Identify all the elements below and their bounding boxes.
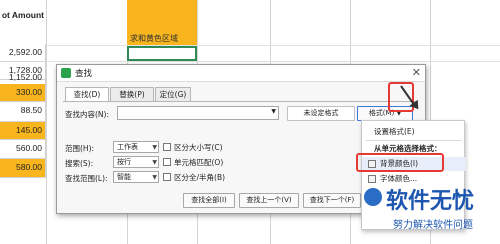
scope-select[interactable]: 工作表 ▼ — [113, 141, 159, 153]
dialog-titlebar: 查找 ✕ — [57, 65, 425, 82]
checkbox-match-width[interactable]: 区分全/半角(B) — [163, 172, 225, 183]
watermark-subtitle: 努力解决软件问题 — [393, 220, 473, 231]
selected-cell[interactable] — [127, 46, 197, 61]
chevron-down-icon: ▼ — [152, 144, 157, 151]
amount-cell-highlighted[interactable]: 145.00 — [0, 122, 46, 140]
region-label[interactable]: 求和黄色区域 — [127, 32, 197, 46]
watermark-logo-icon — [364, 188, 382, 206]
menu-separator — [366, 140, 462, 141]
search-value: 按行 — [117, 158, 131, 166]
search-select[interactable]: 按行 ▼ — [113, 156, 159, 168]
grid-line — [46, 0, 47, 244]
lookin-label: 查找范围(L): — [65, 174, 108, 183]
checkbox-icon[interactable] — [163, 143, 171, 151]
checkbox-match-case[interactable]: 区分大小写(C) — [163, 142, 223, 153]
chevron-down-icon[interactable]: ▼ — [271, 108, 276, 115]
find-input[interactable]: ▼ — [117, 106, 279, 120]
amount-column: ot Amount 2,592.00 1,728.00 1,152.00 330… — [0, 0, 46, 244]
amount-cell[interactable]: 560.00 — [0, 140, 46, 159]
dialog-title: 查找 — [75, 69, 93, 79]
grid-line — [46, 61, 500, 62]
checkbox-label: 单元格匹配(O) — [174, 158, 224, 167]
chevron-down-icon: ▼ — [152, 159, 157, 166]
app-icon — [61, 68, 71, 78]
checkbox-label: 区分大小写(C) — [174, 143, 223, 152]
column-header[interactable]: ot Amount — [0, 0, 46, 30]
checkbox-icon[interactable] — [163, 173, 171, 181]
find-next-button[interactable]: 查找下一个(F) — [303, 193, 361, 208]
tab-find[interactable]: 查找(D) — [65, 87, 109, 102]
scope-value: 工作表 — [117, 143, 138, 151]
find-previous-button[interactable]: 查找上一个(V) — [239, 193, 299, 208]
menu-item-label: 字体颜色... — [380, 174, 418, 183]
amount-cell[interactable]: 88.50 — [0, 102, 46, 122]
format-status: 未设定格式 — [287, 106, 355, 121]
checkbox-icon[interactable] — [163, 158, 171, 166]
find-label: 查找内容(N): — [65, 110, 109, 119]
grid-line — [46, 45, 500, 46]
scope-label: 范围(H): — [65, 144, 95, 153]
amount-cell-highlighted[interactable]: 330.00 — [0, 84, 46, 102]
highlight-frame — [356, 153, 444, 172]
amount-cell[interactable]: 2,592.00 — [0, 44, 46, 62]
tab-goto[interactable]: 定位(G) — [155, 87, 191, 101]
checkbox-match-cell[interactable]: 单元格匹配(O) — [163, 157, 223, 168]
chevron-down-icon: ▼ — [152, 174, 157, 181]
search-label: 搜索(S): — [65, 159, 94, 168]
find-all-button[interactable]: 查找全部(I) — [183, 193, 235, 208]
font-color-icon — [368, 175, 376, 183]
watermark-title: 软件无忧 — [386, 189, 475, 214]
close-icon[interactable]: ✕ — [412, 66, 421, 79]
amount-cell[interactable]: 1,152.00 — [0, 71, 46, 84]
amount-cell-highlighted[interactable]: 580.00 — [0, 159, 46, 178]
lookin-value: 智能 — [117, 173, 131, 181]
menu-item-set-format[interactable]: 设置格式(E) — [362, 125, 466, 139]
tab-divider — [63, 101, 417, 102]
tab-replace[interactable]: 替换(P) — [110, 87, 154, 101]
lookin-select[interactable]: 智能 ▼ — [113, 171, 159, 183]
checkbox-label: 区分全/半角(B) — [174, 173, 226, 182]
